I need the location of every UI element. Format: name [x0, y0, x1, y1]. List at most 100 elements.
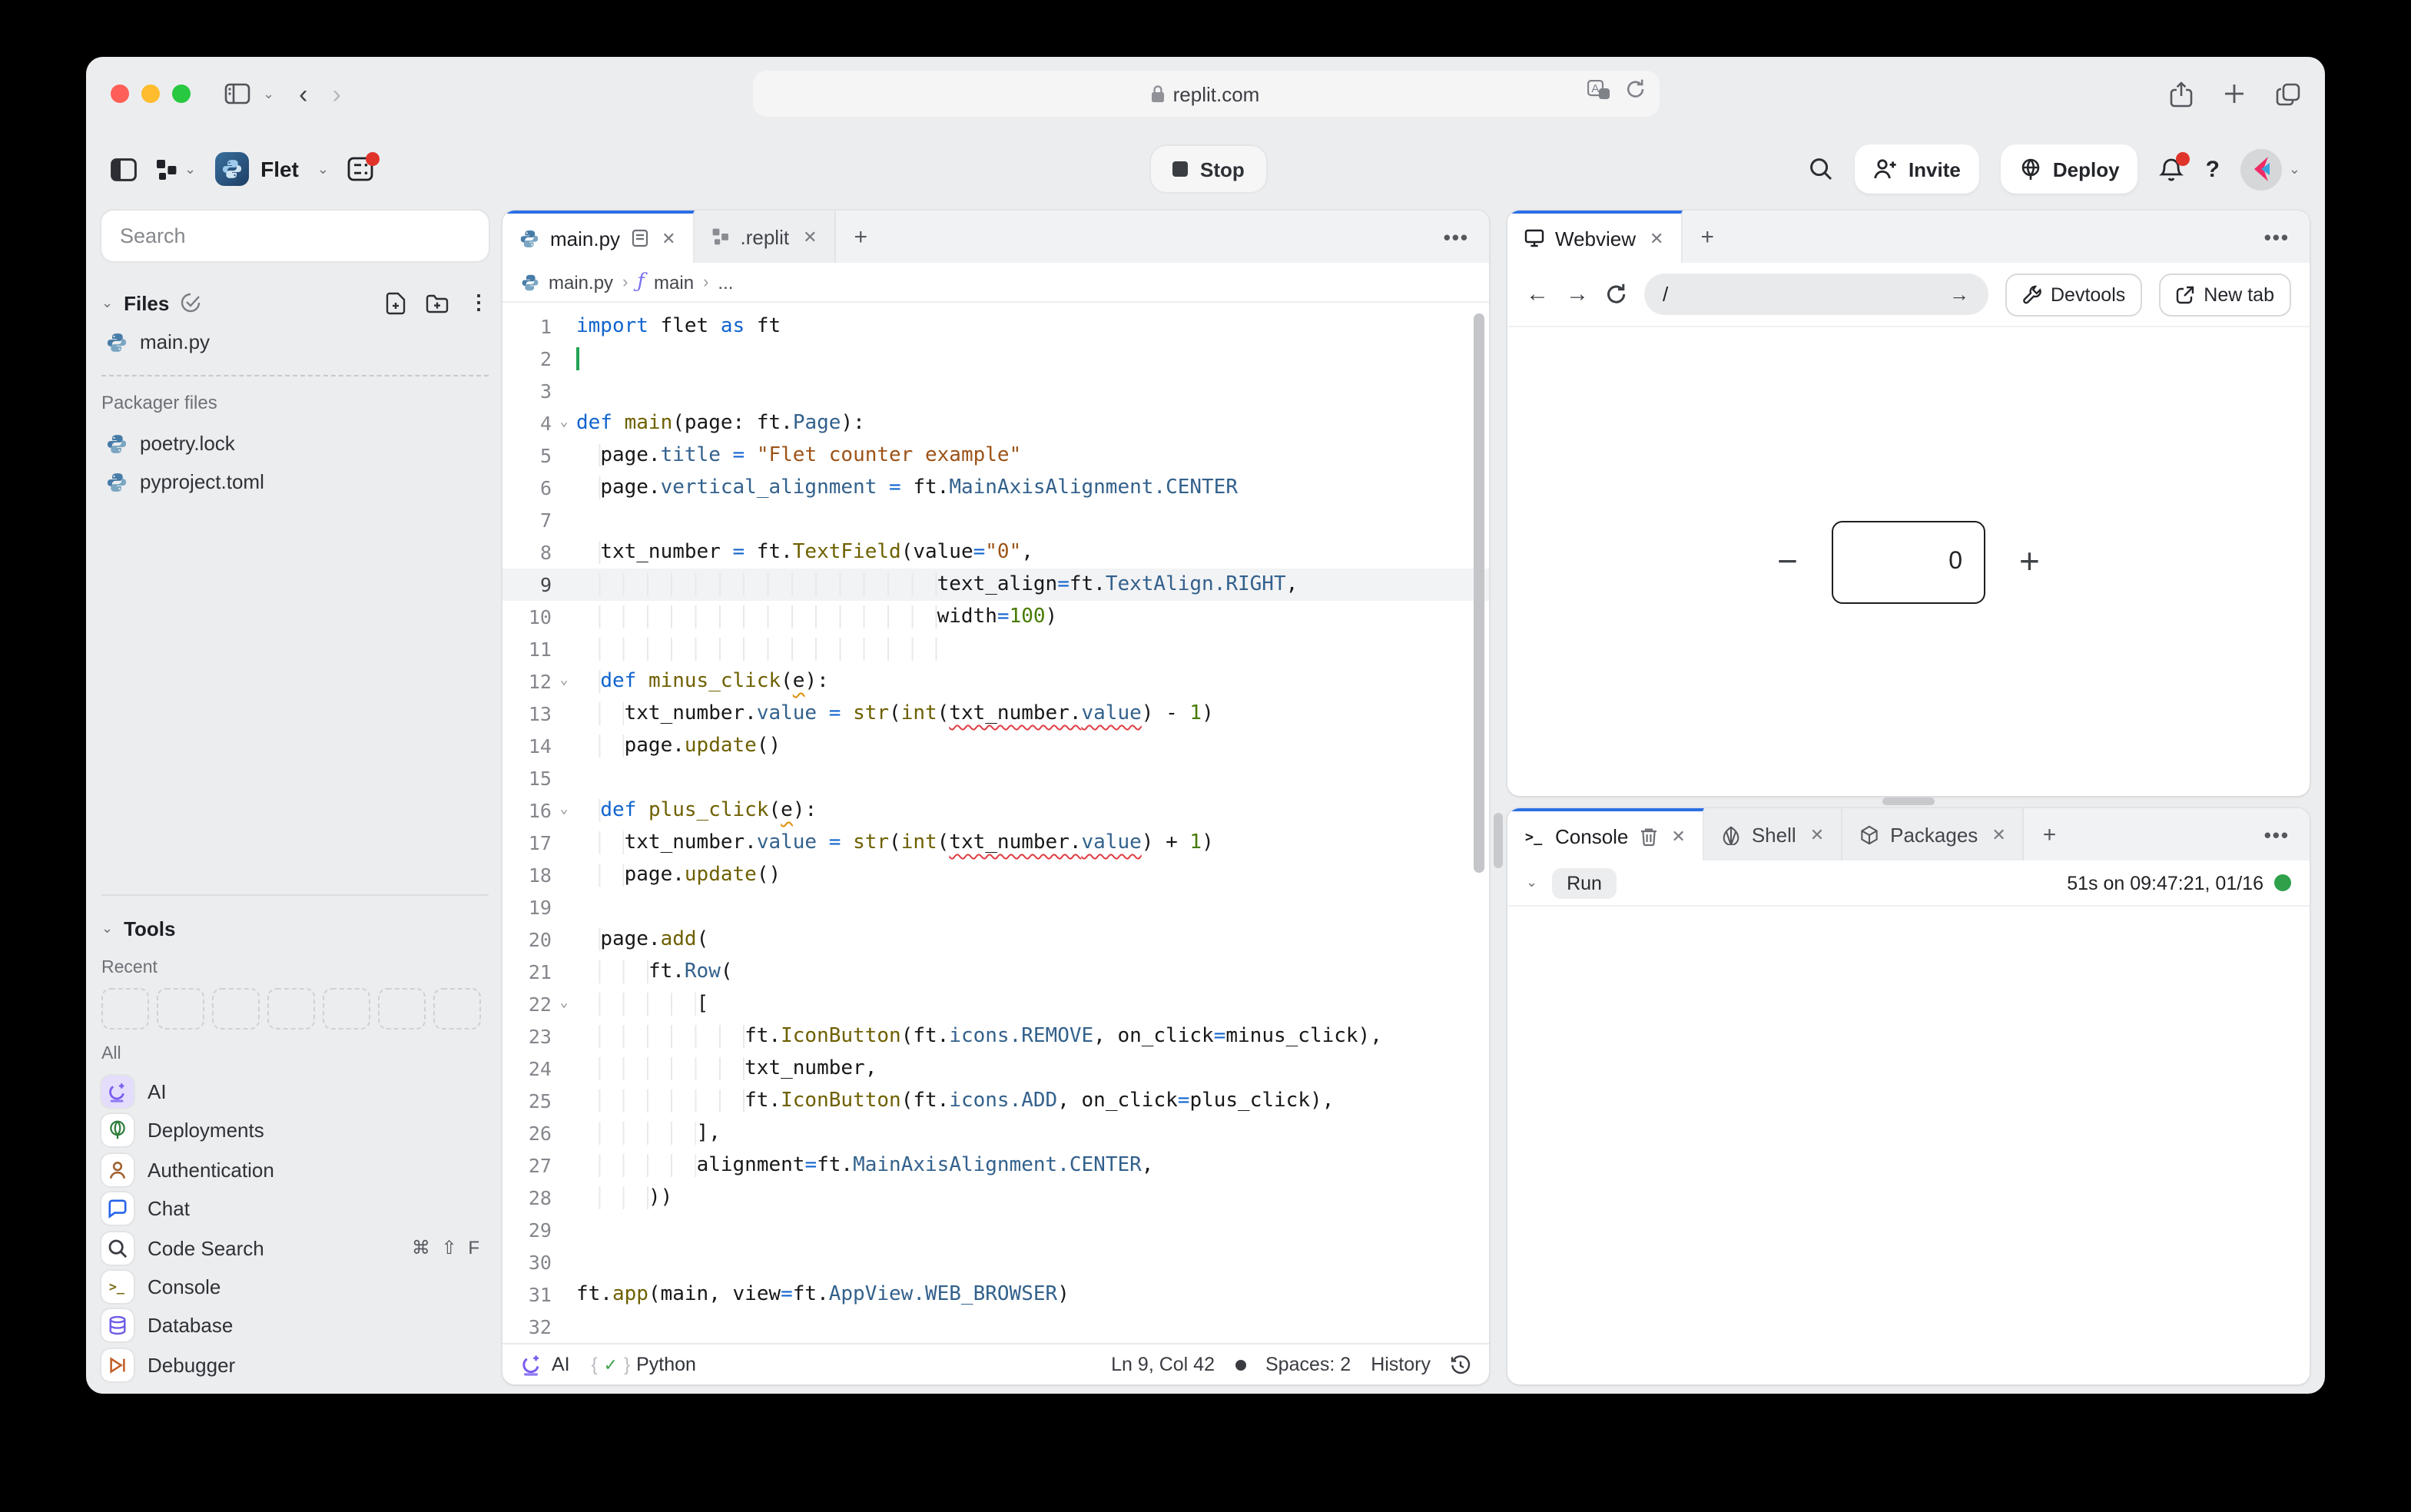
new-tab-icon[interactable]	[2224, 83, 2245, 104]
code-line-16[interactable]: 16⌄ def plus_click(e):	[502, 794, 1489, 827]
close-tab-icon[interactable]: ✕	[803, 227, 817, 247]
close-tab-icon[interactable]: ✕	[662, 228, 675, 248]
minimize-window-button[interactable]	[141, 85, 160, 103]
counter-value-field[interactable]: 0	[1832, 520, 1985, 603]
new-folder-icon[interactable]	[426, 293, 449, 313]
code-line-24[interactable]: 24 txt_number,	[502, 1053, 1489, 1085]
breadcrumb-file[interactable]: main.py	[549, 271, 613, 293]
sidebar-item-deployments[interactable]: Deployments	[101, 1112, 489, 1151]
indentation-setting[interactable]: Spaces: 2	[1265, 1354, 1351, 1375]
sidebar-chevron-icon[interactable]: ⌄	[263, 85, 274, 102]
code-line-22[interactable]: 22⌄ [	[502, 988, 1489, 1020]
code-line-17[interactable]: 17 txt_number.value = str(int(txt_number…	[502, 827, 1489, 859]
code-line-4[interactable]: 4⌄def main(page: ft.Page):	[502, 407, 1489, 439]
counter-minus-button[interactable]: −	[1777, 541, 1798, 582]
fold-chevron-icon[interactable]: ⌄	[552, 407, 576, 439]
language-status[interactable]: { ✓ } Python	[592, 1354, 696, 1375]
close-window-button[interactable]	[111, 85, 129, 103]
editor-tab-overflow-menu[interactable]: •••	[1424, 211, 1489, 263]
code-line-28[interactable]: 28 ))	[502, 1182, 1489, 1214]
code-line-25[interactable]: 25 ft.IconButton(ft.icons.ADD, on_click=…	[502, 1085, 1489, 1117]
breadcrumb-symbol[interactable]: main	[654, 271, 694, 293]
sidebar-item-code-search[interactable]: Code Search⌘ ⇧ F	[101, 1228, 489, 1268]
code-line-23[interactable]: 23 ft.IconButton(ft.icons.REMOVE, on_cli…	[502, 1020, 1489, 1053]
translate-icon[interactable]: A	[1587, 79, 1610, 99]
tab-overview-icon[interactable]	[2276, 82, 2300, 105]
counter-plus-button[interactable]: +	[2019, 541, 2040, 582]
console-output[interactable]	[1507, 907, 2310, 1384]
packager-file-poetry-lock[interactable]: poetry.lock	[101, 424, 489, 463]
code-line-21[interactable]: 21 ft.Row(	[502, 956, 1489, 988]
code-line-27[interactable]: 27 alignment=ft.MainAxisAlignment.CENTER…	[502, 1149, 1489, 1182]
webview-back-button[interactable]: ←	[1526, 281, 1549, 307]
close-tab-icon[interactable]: ✕	[1810, 824, 1824, 844]
tab-webview[interactable]: Webview ✕	[1507, 211, 1682, 263]
run-command-pill[interactable]: Run	[1551, 867, 1617, 898]
sidebar-item-ai[interactable]: AI	[101, 1073, 489, 1112]
chevron-down-icon[interactable]: ⌄	[1526, 874, 1537, 891]
webview-reload-button[interactable]	[1606, 283, 1627, 306]
breadcrumb-more[interactable]: ...	[718, 271, 733, 293]
console-overflow-menu[interactable]: •••	[2244, 808, 2310, 860]
close-tab-icon[interactable]: ✕	[1671, 826, 1685, 846]
sidebar-item-database[interactable]: Database	[101, 1306, 489, 1345]
deploy-button[interactable]: Deploy	[2001, 144, 2138, 194]
history-button[interactable]: History	[1371, 1354, 1431, 1375]
code-line-2[interactable]: 2	[502, 343, 1489, 375]
cursor-position[interactable]: Ln 9, Col 42	[1111, 1354, 1215, 1375]
code-line-20[interactable]: 20 page.add(	[502, 923, 1489, 956]
code-line-8[interactable]: 8 txt_number = ft.TextField(value="0",	[502, 536, 1489, 569]
ai-status-button[interactable]: AI	[521, 1353, 570, 1376]
help-button[interactable]: ?	[2206, 156, 2220, 182]
sidebar-item-chat[interactable]: Chat	[101, 1189, 489, 1228]
sidebar-item-authentication[interactable]: Authentication	[101, 1150, 489, 1189]
code-line-19[interactable]: 19	[502, 891, 1489, 923]
code-line-11[interactable]: 11	[502, 633, 1489, 665]
tab-replit-config[interactable]: .replit ✕	[695, 211, 836, 263]
code-line-12[interactable]: 12⌄ def minus_click(e):	[502, 665, 1489, 698]
tab-packages[interactable]: Packages✕	[1842, 808, 2025, 860]
code-line-15[interactable]: 15	[502, 762, 1489, 794]
file-item-main-py[interactable]: main.py	[101, 323, 489, 361]
sidebar-item-console[interactable]: >_Console	[101, 1268, 489, 1307]
fold-chevron-icon[interactable]: ⌄	[552, 665, 576, 698]
files-section-header[interactable]: ⌄ Files ⋮	[101, 283, 489, 323]
new-editor-tab-button[interactable]: +	[836, 211, 887, 263]
history-clock-icon[interactable]	[1451, 1354, 1471, 1374]
project-chevron-icon[interactable]: ⌄	[317, 161, 329, 177]
webview-overflow-menu[interactable]: •••	[2244, 211, 2310, 263]
code-line-7[interactable]: 7	[502, 504, 1489, 536]
code-line-1[interactable]: 1import flet as ft	[502, 310, 1489, 343]
sidebar-search-input[interactable]: Search	[101, 211, 489, 261]
safari-sidebar-icon[interactable]	[224, 83, 250, 104]
new-webview-tab-button[interactable]: +	[1682, 211, 1733, 263]
code-line-30[interactable]: 30	[502, 1246, 1489, 1278]
code-editor[interactable]: 1import flet as ft234⌄def main(page: ft.…	[502, 303, 1489, 1343]
workspace-sidebar-toggle-icon[interactable]	[111, 158, 137, 181]
clear-console-icon[interactable]	[1639, 826, 1657, 846]
reload-icon[interactable]	[1625, 78, 1645, 100]
search-icon[interactable]	[1809, 157, 1833, 181]
fold-chevron-icon[interactable]: ⌄	[552, 988, 576, 1020]
webview-forward-button[interactable]: →	[1566, 281, 1589, 307]
stop-button[interactable]: Stop	[1151, 146, 1266, 192]
packager-file-pyproject-toml[interactable]: pyproject.toml	[101, 463, 489, 501]
sidebar-item-debugger[interactable]: Debugger	[101, 1345, 489, 1384]
webview-url-input[interactable]: / →	[1644, 274, 1988, 315]
tab-console[interactable]: >_Console✕	[1507, 808, 1704, 860]
open-new-tab-button[interactable]: New tab	[2159, 273, 2291, 316]
code-line-10[interactable]: 10 width=100)	[502, 601, 1489, 633]
tab-main-py[interactable]: main.py ✕	[502, 211, 695, 263]
code-line-6[interactable]: 6 page.vertical_alignment = ft.MainAxisA…	[502, 472, 1489, 504]
new-console-tab-button[interactable]: +	[2025, 808, 2075, 860]
files-menu-icon[interactable]: ⋮	[469, 290, 489, 315]
editor-scrollbar[interactable]	[1474, 313, 1484, 873]
tab-shell[interactable]: Shell✕	[1704, 808, 1842, 860]
account-menu[interactable]: ⌄	[2241, 148, 2300, 190]
panel-resize-handle-vertical[interactable]	[1494, 813, 1503, 868]
project-name[interactable]: Flet	[260, 157, 299, 181]
browser-back-button[interactable]: ‹	[299, 81, 307, 107]
fold-chevron-icon[interactable]: ⌄	[552, 794, 576, 827]
code-line-32[interactable]: 32	[502, 1311, 1489, 1343]
new-file-icon[interactable]	[386, 291, 406, 314]
